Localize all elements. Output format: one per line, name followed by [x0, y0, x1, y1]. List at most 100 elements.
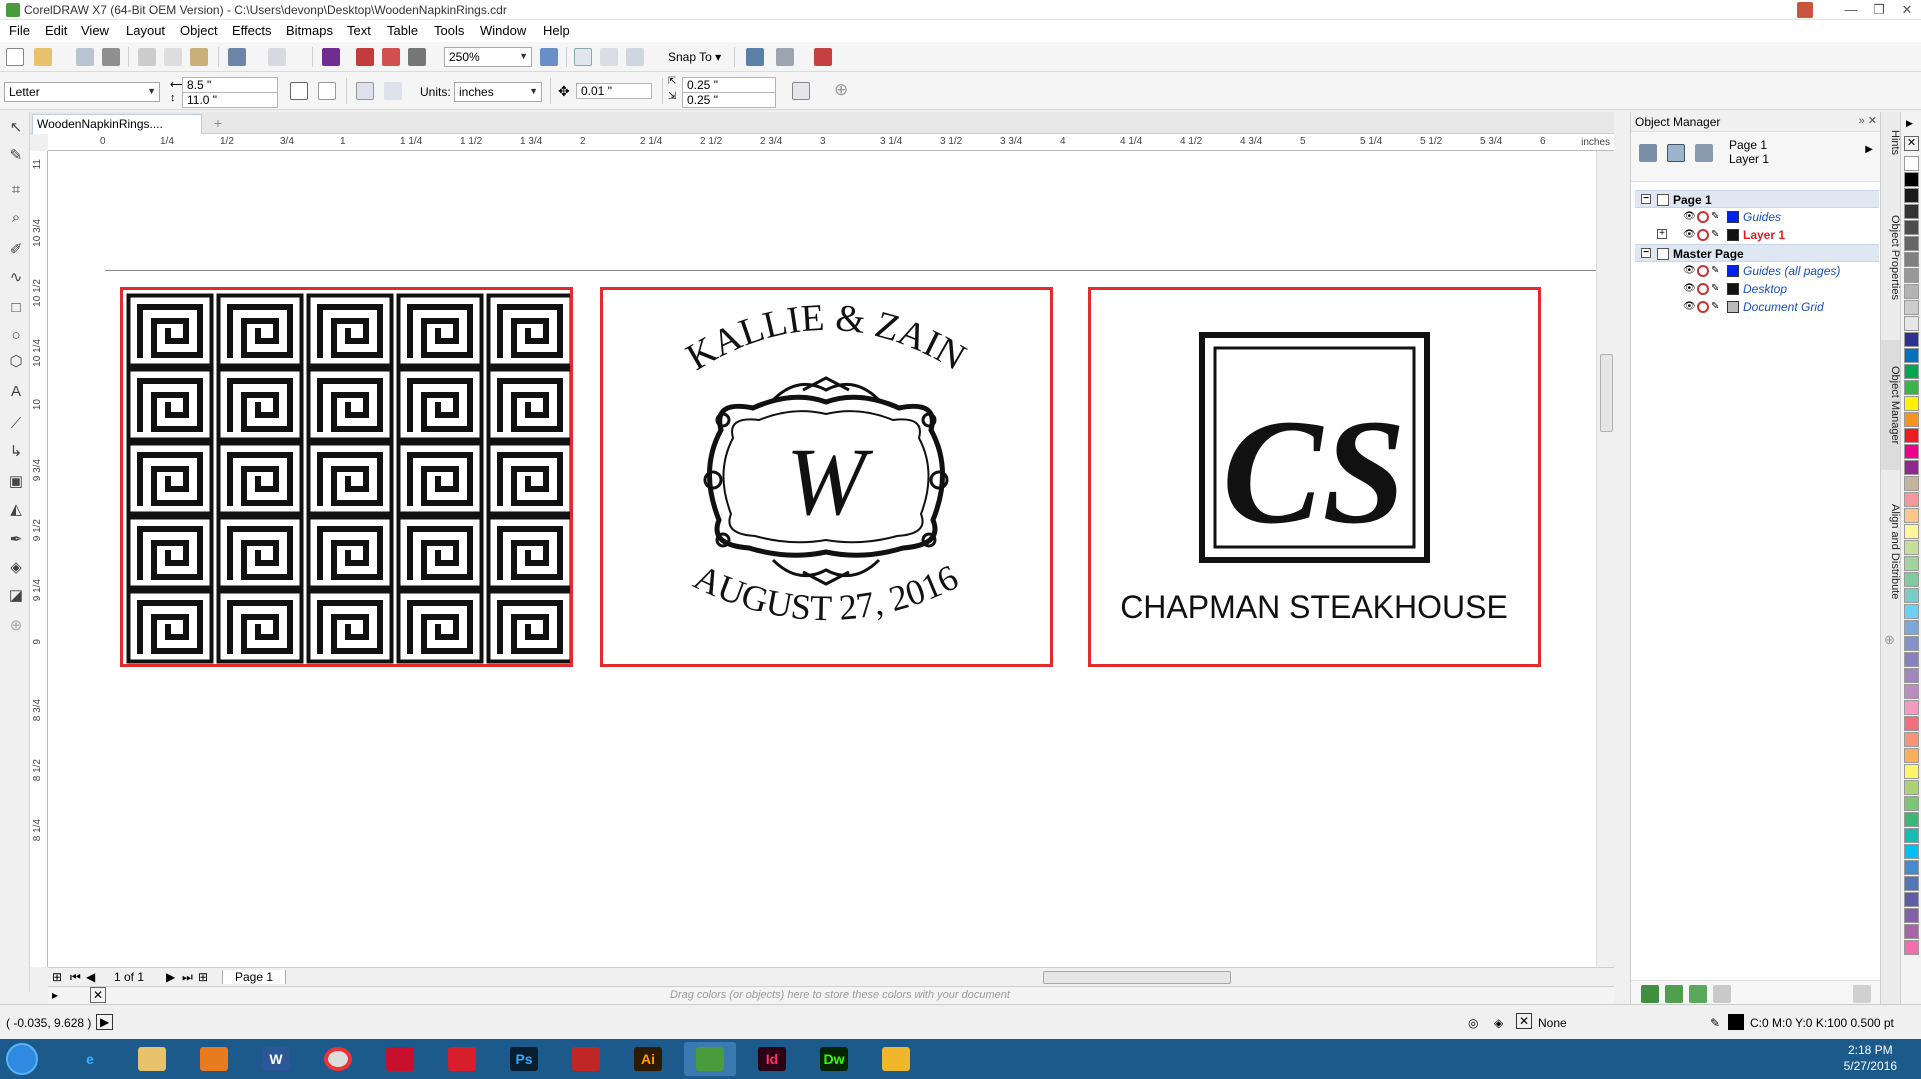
polygon-tool-icon[interactable]: ⬡ — [6, 352, 26, 372]
palette-swatch[interactable] — [1904, 716, 1919, 731]
new-document-icon[interactable] — [6, 48, 24, 66]
printable-icon[interactable] — [1697, 301, 1709, 313]
menu-text[interactable]: Text — [347, 23, 371, 38]
layer-manager-view-icon[interactable] — [1695, 144, 1713, 162]
vertical-ruler[interactable]: 11 10 3/4 10 1/2 10 1/4 10 9 3/4 9 1/2 9 1/4 9 8 … — [30, 151, 48, 967]
interactive-fill-icon[interactable]: ◈ — [6, 558, 26, 578]
palette-swatch[interactable] — [1904, 700, 1919, 715]
pick-tool-icon[interactable]: ↖ — [6, 118, 26, 138]
treat-as-filled-icon[interactable] — [792, 82, 810, 100]
palette-swatch[interactable] — [1904, 940, 1919, 955]
nudge-distance-field[interactable]: 0.01 " — [576, 83, 652, 99]
palette-swatch[interactable] — [1904, 540, 1919, 555]
word-icon[interactable]: W — [250, 1042, 302, 1076]
illustrator-icon[interactable]: Ai — [622, 1042, 674, 1076]
transparency-tool-icon[interactable]: ◭ — [6, 500, 26, 520]
palette-swatch[interactable] — [1904, 812, 1919, 827]
vertical-scroll-thumb[interactable] — [1600, 354, 1613, 432]
new-master-layer-icon[interactable] — [1665, 985, 1683, 1003]
layer-node[interactable]: 👁 ✎ Document Grid — [1635, 298, 1879, 316]
menu-help[interactable]: Help — [543, 23, 570, 38]
cut-icon[interactable] — [138, 48, 156, 66]
layer-color-swatch[interactable] — [1727, 211, 1739, 223]
layer-node[interactable]: 👁 ✎ Guides (all pages) — [1635, 262, 1879, 280]
tab-object-properties[interactable]: Object Properties — [1881, 182, 1901, 332]
greek-key-panel[interactable] — [120, 287, 573, 667]
redo-icon[interactable] — [268, 48, 286, 66]
current-page-icon[interactable] — [384, 82, 402, 100]
zoom-tool-icon[interactable]: ⌕ — [6, 208, 26, 228]
palette-options-icon[interactable]: ▸ — [52, 988, 58, 1002]
horizontal-scroll-thumb[interactable] — [1043, 971, 1231, 984]
palette-swatch[interactable] — [1904, 764, 1919, 779]
collapse-icon[interactable]: − — [1641, 248, 1651, 258]
search-content-icon[interactable] — [322, 48, 340, 66]
units-select[interactable]: inches ▼ — [454, 82, 542, 102]
visibility-eye-icon[interactable]: 👁 — [1683, 211, 1696, 223]
snap-to-dropdown[interactable]: Snap To ▾ — [668, 50, 721, 64]
smart-fill-icon[interactable]: ◪ — [6, 586, 26, 606]
document-palette[interactable]: ▸ ✕ Drag colors (or objects) here to sto… — [48, 986, 1614, 1004]
palette-scroll-up-icon[interactable]: ▶ — [1906, 118, 1913, 129]
publish-pdf-icon[interactable] — [408, 48, 426, 66]
palette-swatch[interactable] — [1904, 460, 1919, 475]
page-width-field[interactable]: 8.5 " — [182, 77, 278, 93]
layer-color-swatch[interactable] — [1727, 229, 1739, 241]
collapse-icon[interactable]: − — [1641, 194, 1651, 204]
palette-swatch[interactable] — [1904, 572, 1919, 587]
palette-swatch[interactable] — [1904, 508, 1919, 523]
paste-icon[interactable] — [190, 48, 208, 66]
layer-node[interactable]: 👁 ✎ Desktop — [1635, 280, 1879, 298]
duplicate-distance-y-field[interactable]: 0.25 " — [682, 92, 776, 108]
editable-pencil-icon[interactable]: ✎ — [1711, 265, 1723, 277]
ellipse-tool-icon[interactable]: ○ — [6, 326, 26, 346]
menu-layout[interactable]: Layout — [126, 23, 165, 38]
layer-color-swatch[interactable] — [1727, 283, 1739, 295]
photoshop-icon[interactable]: Ps — [498, 1042, 550, 1076]
visibility-eye-icon[interactable]: 👁 — [1683, 301, 1696, 313]
palette-swatch[interactable] — [1904, 428, 1919, 443]
status-arrow-icon[interactable]: ▶ — [96, 1014, 114, 1030]
palette-swatch[interactable] — [1904, 316, 1919, 331]
menu-bitmaps[interactable]: Bitmaps — [286, 23, 333, 38]
new-tab-icon[interactable]: + — [210, 115, 226, 131]
export-icon[interactable] — [382, 48, 400, 66]
save-icon[interactable] — [76, 48, 94, 66]
palette-swatch[interactable] — [1904, 284, 1919, 299]
crop-tool-icon[interactable]: ⌗ — [6, 180, 26, 200]
vertical-scrollbar[interactable] — [1596, 151, 1614, 967]
palette-swatch[interactable] — [1904, 524, 1919, 539]
editable-pencil-icon[interactable]: ✎ — [1711, 301, 1723, 313]
palette-swatch[interactable] — [1904, 732, 1919, 747]
palette-swatch[interactable] — [1904, 172, 1919, 187]
page-height-field[interactable]: 11.0 " — [182, 92, 278, 108]
palette-swatch[interactable] — [1904, 204, 1919, 219]
document-tab[interactable]: WoodenNapkinRings.... — [32, 114, 202, 134]
wedding-monogram-panel[interactable]: KALLIE & ZAIN W AUGUST 27, 2016 — [600, 287, 1053, 667]
palette-swatch[interactable] — [1904, 780, 1919, 795]
portrait-icon[interactable] — [290, 82, 308, 100]
menu-tools[interactable]: Tools — [434, 23, 464, 38]
options-icon[interactable] — [746, 48, 764, 66]
close-docker-icon[interactable]: » ✕ — [1859, 114, 1877, 127]
add-toolbar-icon[interactable]: ⊕ — [834, 80, 848, 100]
visibility-eye-icon[interactable]: 👁 — [1683, 265, 1696, 277]
zoom-level-select[interactable]: 250% ▼ — [444, 47, 532, 67]
dreamweaver-icon[interactable]: Dw — [808, 1042, 860, 1076]
freehand-tool-icon[interactable]: ✐ — [6, 240, 26, 260]
menu-edit[interactable]: Edit — [45, 23, 67, 38]
palette-swatch[interactable] — [1904, 332, 1919, 347]
palette-swatch[interactable] — [1904, 844, 1919, 859]
menu-object[interactable]: Object — [180, 23, 218, 38]
indesign-icon[interactable]: Id — [746, 1042, 798, 1076]
palette-swatch[interactable] — [1904, 364, 1919, 379]
horizontal-ruler[interactable]: inches 0 1/4 1/2 3/4 1 1 1/4 1 1/2 1 3/4 2 2 1/4 2… — [48, 134, 1614, 151]
acrobat-icon[interactable] — [374, 1042, 426, 1076]
all-pages-icon[interactable] — [356, 82, 374, 100]
editable-pencil-icon[interactable]: ✎ — [1711, 229, 1723, 241]
color-proof-icon[interactable]: ◎ — [1468, 1016, 1478, 1030]
editable-pencil-icon[interactable]: ✎ — [1711, 211, 1723, 223]
show-rulers-icon[interactable] — [600, 48, 618, 66]
palette-swatch[interactable] — [1904, 892, 1919, 907]
menu-table[interactable]: Table — [387, 23, 418, 38]
